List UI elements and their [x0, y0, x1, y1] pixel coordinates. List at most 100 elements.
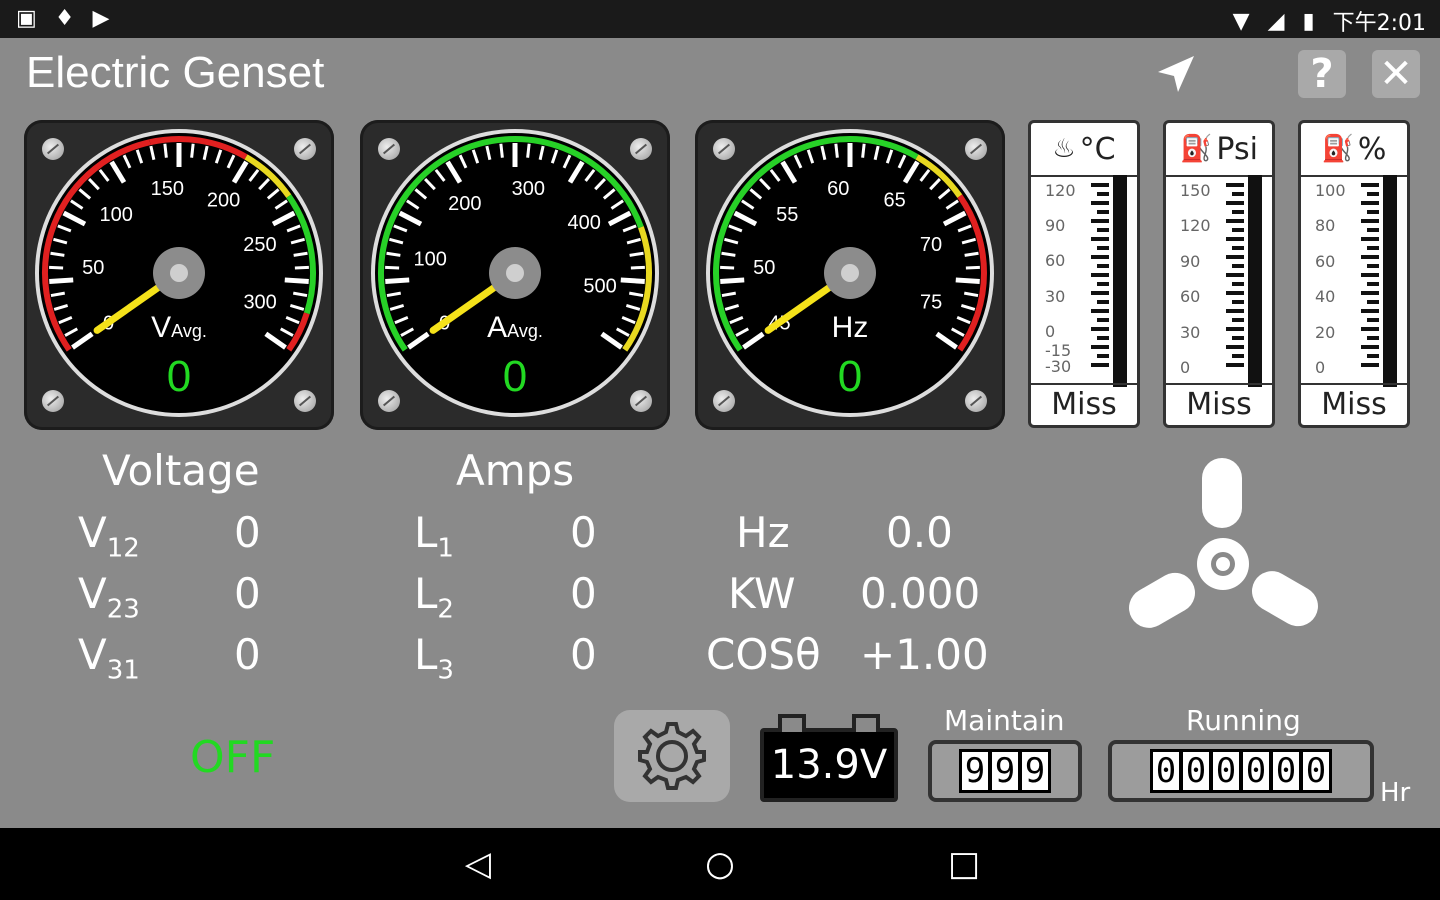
gauge-tick-label: 55 — [776, 204, 798, 226]
bar-gauge-tick — [1232, 336, 1244, 340]
bar-gauge-tick — [1091, 363, 1109, 367]
v31-value: 0 — [234, 630, 261, 679]
bar-gauge-scale-label: 0 — [1180, 358, 1191, 377]
bar-gauge-tick — [1226, 273, 1244, 277]
counter-digit: 0 — [1273, 752, 1299, 790]
bar-gauge-tick — [1226, 363, 1244, 367]
screw-icon — [713, 390, 735, 412]
l3-label: L3 — [414, 630, 454, 686]
screw-icon — [42, 138, 64, 160]
bar-gauge-status: Miss — [1166, 383, 1272, 425]
gauge-tick — [629, 251, 644, 257]
counter-digit: 9 — [1022, 752, 1048, 790]
bar-gauge-tick — [1097, 282, 1109, 286]
gauge-tick — [499, 143, 504, 158]
bar-gauge-tick — [1097, 300, 1109, 304]
l2-label: L2 — [414, 569, 454, 625]
hz-gauge: 45505560657075Hz0 — [695, 120, 1005, 430]
v23-label: V23 — [78, 569, 140, 625]
bar-gauge-tick — [1232, 228, 1244, 232]
bar-gauge-scale-label: 20 — [1315, 322, 1336, 342]
screw-icon — [378, 390, 400, 412]
bar-gauge-tick — [1232, 354, 1244, 358]
page-title: Electric Genset — [26, 48, 325, 97]
home-button[interactable]: ○ — [698, 842, 742, 886]
gauge-tick — [294, 265, 309, 270]
bar-gauge-tick — [1091, 255, 1109, 259]
gauge-hub-screw — [506, 264, 524, 282]
back-button[interactable]: ◁ — [456, 842, 500, 886]
maintain-digits: 9 9 9 — [959, 749, 1051, 793]
close-button[interactable]: ✕ — [1372, 50, 1420, 98]
bar-gauge-track — [1113, 175, 1127, 387]
bar-gauge-scale-label: 60 — [1045, 251, 1066, 270]
counter-digit: 0 — [1213, 752, 1239, 790]
gauge-tick-label: 75 — [920, 292, 942, 314]
bar-gauge-tick — [1091, 237, 1109, 241]
gauge-hub-screw — [170, 264, 188, 282]
bar-gauge-tick — [1226, 237, 1244, 241]
screw-icon — [965, 390, 987, 412]
bar-gauge-tick — [1367, 246, 1379, 250]
maintain-label: Maintain — [944, 704, 1065, 737]
counter-digit: 0 — [1243, 752, 1269, 790]
bar-gauge-tick — [1226, 345, 1244, 349]
gauge-tick-label: 150 — [151, 178, 184, 200]
gauge-tick — [385, 265, 400, 270]
gauge-tick — [284, 277, 309, 284]
bar-gauge-tick — [1367, 264, 1379, 268]
bar-gauge-scale-label: 30 — [1180, 322, 1201, 342]
gauge-unit-label: Hz — [832, 311, 869, 344]
system-nav-bar: ◁ ○ □ — [0, 828, 1440, 900]
bar-gauge-tick — [1361, 183, 1379, 187]
bar-gauge-tick — [1091, 201, 1109, 205]
location-button[interactable] — [1152, 50, 1200, 98]
gauge-tick — [190, 143, 195, 158]
signal-icon: ◢ — [1267, 8, 1285, 34]
bar-gauge-tick — [1226, 255, 1244, 259]
gauge-tick-label: 50 — [753, 257, 775, 279]
bar-gauge-status: Miss — [1301, 383, 1407, 425]
bar-gauge-tick — [1097, 354, 1109, 358]
bar-gauge-tick — [1097, 264, 1109, 268]
maintain-counter[interactable]: 9 9 9 — [928, 740, 1082, 802]
bar-gauge-tick — [1097, 210, 1109, 214]
l2-value: 0 — [570, 569, 597, 618]
status-time: 下午2:01 — [1332, 11, 1426, 36]
voltage-section-title: Voltage — [102, 446, 260, 495]
gauge-tick — [620, 277, 645, 284]
gauge-tick — [49, 265, 64, 270]
gauge-tick — [720, 277, 745, 284]
gauge-tick-label: 250 — [243, 234, 276, 256]
v12-label: V12 — [78, 508, 140, 564]
gauge-tick-label: 200 — [448, 193, 481, 215]
coolant-temp-gauge: ♨ °C 120 90 60 30 0 -15 -30 Miss — [1028, 120, 1140, 428]
settings-button[interactable] — [614, 710, 730, 802]
bar-gauge-track — [1383, 175, 1397, 387]
bar-gauge-scale-label: 60 — [1315, 251, 1336, 271]
help-button[interactable]: ? — [1298, 50, 1346, 98]
bar-gauge-tick — [1091, 327, 1109, 331]
bar-gauge-track — [1248, 175, 1262, 387]
amps-gauge: 0100200300400500AAvg.0 — [360, 120, 670, 430]
bar-gauge-tick — [1367, 228, 1379, 232]
recents-button[interactable]: □ — [942, 842, 986, 886]
screw-icon — [294, 138, 316, 160]
bar-gauge-tick — [1091, 309, 1109, 313]
bar-gauge-tick — [1361, 309, 1379, 313]
screw-icon — [630, 390, 652, 412]
gauge-tick — [385, 277, 410, 284]
bar-gauge-tick — [1091, 291, 1109, 295]
bar-gauge-scale-label: 0 — [1315, 358, 1326, 377]
play-store-icon: ▶ — [92, 6, 110, 31]
bar-gauge-tick — [1361, 327, 1379, 331]
bar-gauge-tick — [1367, 336, 1379, 340]
gauge-tick — [721, 251, 736, 257]
battery-voltage-display: 13.9V — [760, 714, 898, 802]
counter-digit: 9 — [962, 752, 988, 790]
cos-value: +1.00 — [860, 630, 989, 679]
bar-gauge-scale-label: 90 — [1180, 251, 1201, 271]
gauge-tick-label: 500 — [583, 275, 616, 297]
l1-label: L1 — [414, 508, 454, 564]
counter-digit: 0 — [1303, 752, 1329, 790]
